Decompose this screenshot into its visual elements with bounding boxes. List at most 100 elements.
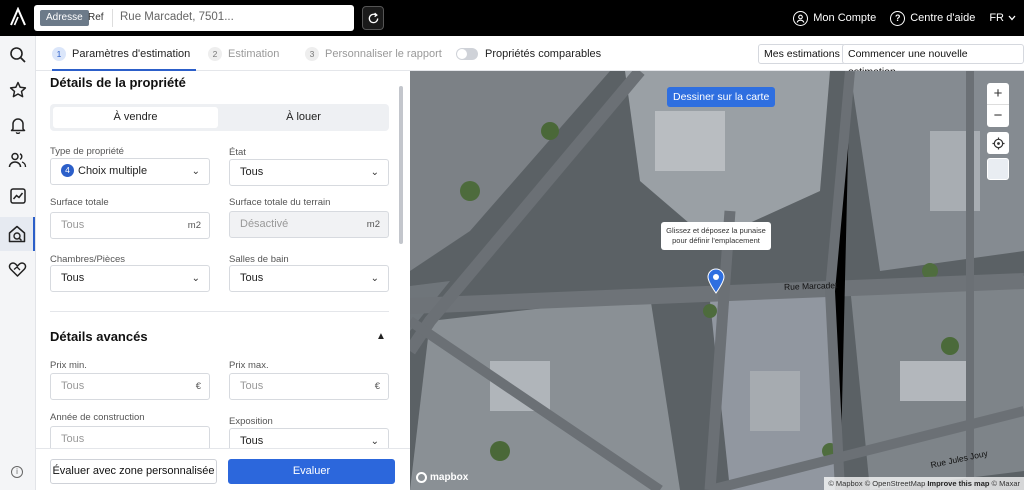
help-label: Centre d'aide xyxy=(910,12,976,24)
tab-estimation[interactable]: 2 Estimation xyxy=(208,36,279,71)
sidebar-item-estimation[interactable] xyxy=(0,217,35,251)
steps-bar: 1 Paramètres d'estimation 2 Estimation 3… xyxy=(36,36,1024,78)
section-divider xyxy=(50,311,389,312)
search-divider xyxy=(112,9,113,27)
sidebar-item-alerts[interactable] xyxy=(0,108,35,142)
improve-map-link[interactable]: Improve this map xyxy=(927,479,989,488)
step-number: 2 xyxy=(208,46,222,61)
attribution-osm[interactable]: © Mapbox © OpenStreetMap xyxy=(828,479,925,488)
chevron-down-icon: ⌄ xyxy=(370,436,379,447)
comparables-toggle-wrap: Propriétés comparables xyxy=(456,36,601,71)
property-type-label: Type de propriété xyxy=(50,146,124,157)
tab-customize-report[interactable]: 3 Personnaliser le rapport xyxy=(305,36,442,71)
step-label: Estimation xyxy=(228,47,280,60)
refresh-button[interactable] xyxy=(362,6,384,30)
max-price-input[interactable]: Tous € xyxy=(229,373,389,400)
bedrooms-value: Tous xyxy=(61,272,85,284)
total-area-input[interactable]: Tous m2 xyxy=(50,212,210,239)
estimation-form: Détails de la propriété À vendre À louer… xyxy=(36,71,410,448)
min-price-input[interactable]: Tous € xyxy=(50,373,210,400)
step-label: Paramètres d'estimation xyxy=(72,47,191,60)
search-input[interactable]: Rue Marcadet, 7501... xyxy=(120,11,234,23)
total-area-placeholder: Tous xyxy=(61,219,85,231)
zoom-control: + − xyxy=(987,83,1009,127)
zoom-out-button[interactable]: − xyxy=(987,105,1009,127)
state-label: État xyxy=(229,147,246,158)
tab-estimation-parameters[interactable]: 1 Paramètres d'estimation xyxy=(52,36,197,71)
sidebar-item-analytics[interactable] xyxy=(0,179,35,213)
draw-on-map-button[interactable]: Dessiner sur la carte xyxy=(667,87,776,107)
map-attribution: © Mapbox © OpenStreetMap Improve this ma… xyxy=(824,477,1024,490)
bedrooms-select[interactable]: Tous ⌄ xyxy=(50,265,210,292)
bedrooms-label: Chambres/Pièces xyxy=(50,254,125,265)
address-search-box[interactable]: Adresse Ref Rue Marcadet, 7501... xyxy=(34,5,354,31)
location-pin-icon[interactable] xyxy=(706,268,726,294)
form-scrollbar[interactable] xyxy=(399,86,403,244)
sidebar-item-partners[interactable] xyxy=(0,252,35,286)
rent-option[interactable]: À louer xyxy=(221,107,386,128)
currency-unit: € xyxy=(195,381,201,392)
property-details-title: Détails de la propriété xyxy=(50,75,186,90)
bathrooms-label: Salles de bain xyxy=(229,254,289,265)
search-mode-ref[interactable]: Ref xyxy=(86,10,106,26)
bathrooms-select[interactable]: Tous ⌄ xyxy=(229,265,389,292)
land-area-placeholder: Désactivé xyxy=(240,218,289,230)
state-select[interactable]: Tous ⌄ xyxy=(229,159,389,186)
total-area-label: Surface totale xyxy=(50,197,109,208)
exposure-select[interactable]: Tous ⌄ xyxy=(229,428,389,448)
chevron-down-icon xyxy=(1008,15,1016,21)
property-type-value: Choix multiple xyxy=(78,165,148,177)
crosshair-icon xyxy=(991,136,1005,150)
mapbox-logo-icon xyxy=(416,472,427,483)
area-unit: m2 xyxy=(366,219,380,230)
selection-count-badge: 4 xyxy=(61,164,74,177)
evaluate-button[interactable]: Evaluer xyxy=(228,459,395,484)
min-price-placeholder: Tous xyxy=(61,380,85,392)
map-style-button[interactable] xyxy=(987,158,1009,180)
construction-year-input[interactable]: Tous xyxy=(50,426,210,448)
my-estimations-button[interactable]: Mes estimations xyxy=(758,44,846,64)
chevron-up-icon[interactable]: ▲ xyxy=(376,331,386,342)
attribution-maxar[interactable]: © Maxar xyxy=(992,479,1020,488)
currency-unit: € xyxy=(374,381,380,392)
sale-option[interactable]: À vendre xyxy=(53,107,218,128)
language-label: FR xyxy=(989,12,1004,24)
property-type-select[interactable]: 4 Choix multiple ⌄ xyxy=(50,158,210,185)
account-label: Mon Compte xyxy=(813,12,877,24)
sidebar: i xyxy=(0,36,36,490)
sidebar-item-search[interactable] xyxy=(0,38,35,72)
comparables-label: Propriétés comparables xyxy=(485,47,602,60)
help-link[interactable]: ? Centre d'aide xyxy=(890,10,976,26)
account-link[interactable]: Mon Compte xyxy=(793,10,877,26)
step-number: 3 xyxy=(305,46,319,61)
user-icon xyxy=(793,10,809,26)
app-logo[interactable] xyxy=(8,7,28,27)
zoom-in-button[interactable]: + xyxy=(987,83,1009,105)
satellite-map[interactable]: Dessiner sur la carte + − Glissez et dép… xyxy=(410,71,1024,490)
chevron-down-icon: ⌄ xyxy=(191,166,200,177)
construction-year-label: Année de construction xyxy=(50,412,145,423)
state-value: Tous xyxy=(240,166,264,178)
mapbox-logo[interactable]: mapbox xyxy=(416,472,468,483)
area-unit: m2 xyxy=(187,220,201,231)
land-area-label: Surface totale du terrain xyxy=(229,197,331,208)
language-selector[interactable]: FR xyxy=(989,12,1016,24)
mapbox-logo-text: mapbox xyxy=(430,472,469,483)
search-mode-address[interactable]: Adresse xyxy=(40,10,89,26)
evaluate-custom-zone-button[interactable]: Évaluer avec zone personnalisée xyxy=(50,459,217,484)
new-estimation-button[interactable]: Commencer une nouvelle estimation xyxy=(842,44,1024,78)
comparables-toggle[interactable] xyxy=(456,47,478,60)
top-bar: Adresse Ref Rue Marcadet, 7501... Mon Co… xyxy=(0,0,1024,36)
geolocate-button[interactable] xyxy=(987,132,1009,154)
chart-icon xyxy=(9,188,26,204)
bell-icon xyxy=(10,118,25,134)
help-icon: ? xyxy=(890,10,906,26)
sidebar-item-favorites[interactable] xyxy=(0,73,35,107)
sidebar-item-contacts[interactable] xyxy=(0,143,35,177)
advanced-details-title: Détails avancés xyxy=(50,329,148,344)
chevron-down-icon: ⌄ xyxy=(191,273,200,284)
users-icon xyxy=(8,152,27,168)
exposure-value: Tous xyxy=(240,435,264,447)
info-icon[interactable]: i xyxy=(11,466,23,478)
min-price-label: Prix min. xyxy=(50,360,87,371)
